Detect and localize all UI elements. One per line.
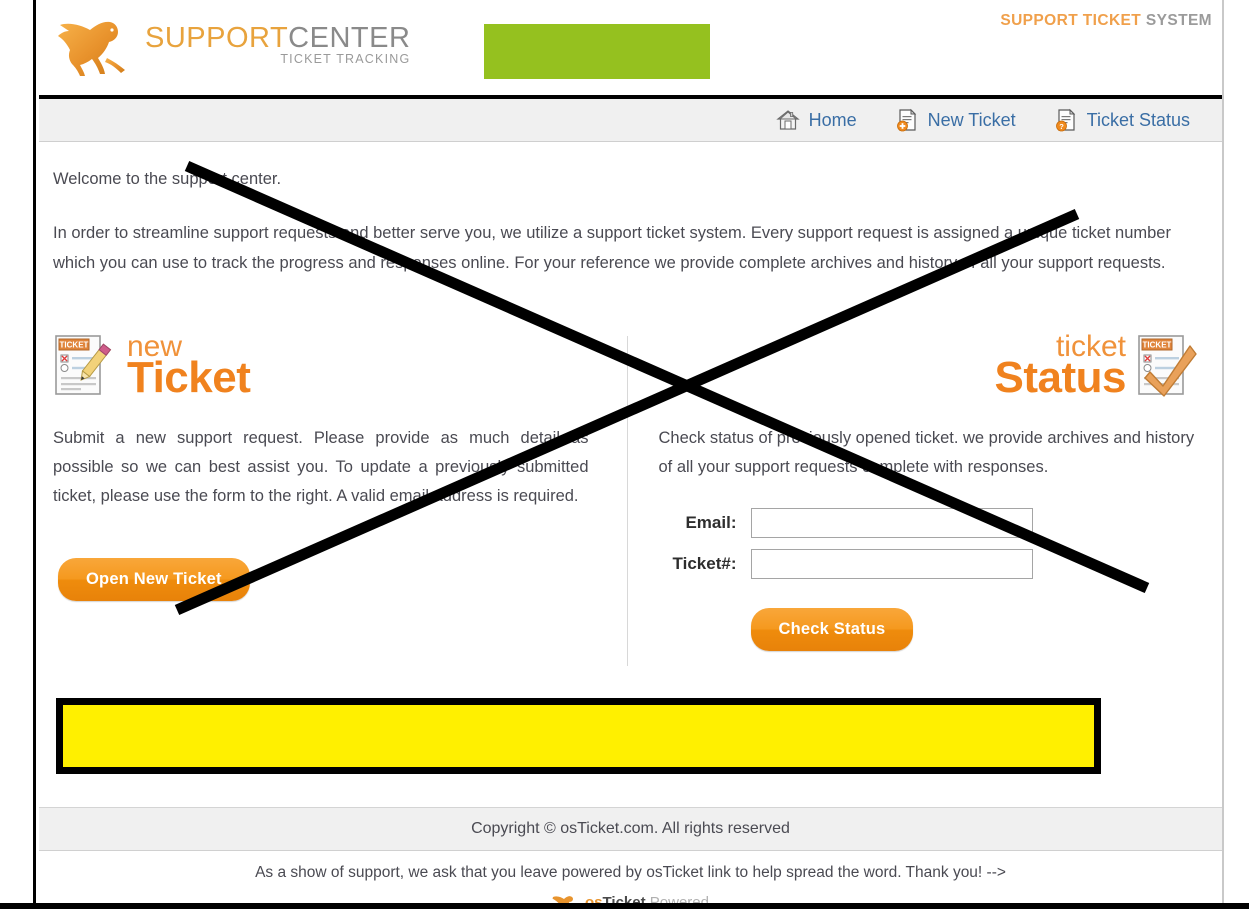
ticket-check-icon: TICKET bbox=[1138, 335, 1197, 397]
svg-text:TICKET: TICKET bbox=[1143, 341, 1172, 350]
ticket-number-row: Ticket#: bbox=[659, 549, 1201, 579]
intro-paragraph: In order to streamline support requests … bbox=[53, 224, 1171, 272]
footer-support-note: As a show of support, we ask that you le… bbox=[255, 864, 1006, 881]
ticket-number-field[interactable] bbox=[750, 549, 1033, 579]
nav-label-home: Home bbox=[808, 109, 857, 130]
email-label: Email: bbox=[685, 513, 737, 532]
svg-text:TICKET: TICKET bbox=[60, 341, 89, 350]
nav-item-new-ticket[interactable]: New Ticket bbox=[895, 108, 1016, 132]
logo-title-center: CENTER bbox=[288, 22, 411, 54]
nav-label-new-ticket: New Ticket bbox=[927, 109, 1016, 130]
screenshot-root: SUPPORTCENTER TICKET TRACKING SUPPORT TI… bbox=[0, 0, 1249, 909]
site-logo[interactable]: SUPPORTCENTER TICKET TRACKING bbox=[55, 8, 410, 80]
header-tagline: SUPPORT TICKET SYSTEM bbox=[1000, 12, 1212, 30]
new-ticket-heading: TICKET new Ticket bbox=[53, 330, 589, 402]
svg-text:?: ? bbox=[1059, 122, 1064, 131]
nav-item-home[interactable]: Home bbox=[775, 108, 857, 132]
nav-item-ticket-status[interactable]: ? Ticket Status bbox=[1054, 108, 1190, 132]
ticket-status-title-big: Status bbox=[994, 353, 1127, 402]
email-field[interactable] bbox=[750, 508, 1033, 538]
page-bottom-border bbox=[0, 903, 1249, 909]
ticket-status-description: Check status of previously opened ticket… bbox=[658, 429, 1195, 476]
new-ticket-panel: TICKET new Ticket Submit a new support r… bbox=[53, 330, 627, 651]
ticket-number-label: Ticket#: bbox=[672, 554, 737, 573]
open-new-ticket-button[interactable]: Open New Ticket bbox=[58, 557, 250, 601]
ticket-status-heading: ticket Status TICKET bbox=[659, 330, 1201, 402]
site-header: SUPPORTCENTER TICKET TRACKING SUPPORT TI… bbox=[39, 0, 1222, 99]
new-ticket-title-big: Ticket bbox=[127, 353, 251, 402]
green-highlight-box bbox=[484, 24, 710, 79]
yellow-highlight-box bbox=[56, 698, 1101, 774]
logo-subtitle: TICKET TRACKING bbox=[280, 52, 411, 66]
new-ticket-icon bbox=[896, 108, 916, 132]
header-tagline-support-ticket: SUPPORT TICKET bbox=[1000, 12, 1142, 29]
check-status-button[interactable]: Check Status bbox=[750, 608, 914, 651]
welcome-text: Welcome to the support center. bbox=[53, 170, 282, 188]
footer-copyright: Copyright © osTicket.com. All rights res… bbox=[39, 808, 1222, 851]
new-ticket-description: Submit a new support request. Please pro… bbox=[53, 429, 589, 505]
ticket-pencil-icon: TICKET bbox=[55, 335, 112, 395]
nav-label-ticket-status: Ticket Status bbox=[1086, 109, 1190, 130]
page-left-margin bbox=[0, 0, 36, 909]
ticket-status-title: ticket Status bbox=[994, 332, 1127, 402]
logo-title-support: SUPPORT bbox=[145, 22, 289, 54]
email-row: Email: bbox=[659, 508, 1201, 538]
home-icon bbox=[775, 110, 800, 130]
ticket-status-icon: ? bbox=[1055, 108, 1075, 132]
two-column-panels: TICKET new Ticket Submit a new support r… bbox=[53, 330, 1201, 666]
ticket-status-form: Email: Ticket#: bbox=[659, 508, 1201, 579]
header-tagline-system: SYSTEM bbox=[1141, 12, 1212, 29]
page-right-margin bbox=[1222, 0, 1249, 909]
logo-title: SUPPORTCENTER bbox=[145, 22, 410, 54]
new-ticket-title: new Ticket bbox=[127, 332, 251, 402]
logo-wordmark: SUPPORTCENTER TICKET TRACKING bbox=[145, 22, 410, 66]
ticket-status-panel: ticket Status TICKET Check status of pre… bbox=[627, 330, 1201, 651]
kangaroo-logo-icon bbox=[58, 21, 125, 76]
main-navigation: Home New Ticket ? Ticket Status bbox=[39, 99, 1222, 142]
